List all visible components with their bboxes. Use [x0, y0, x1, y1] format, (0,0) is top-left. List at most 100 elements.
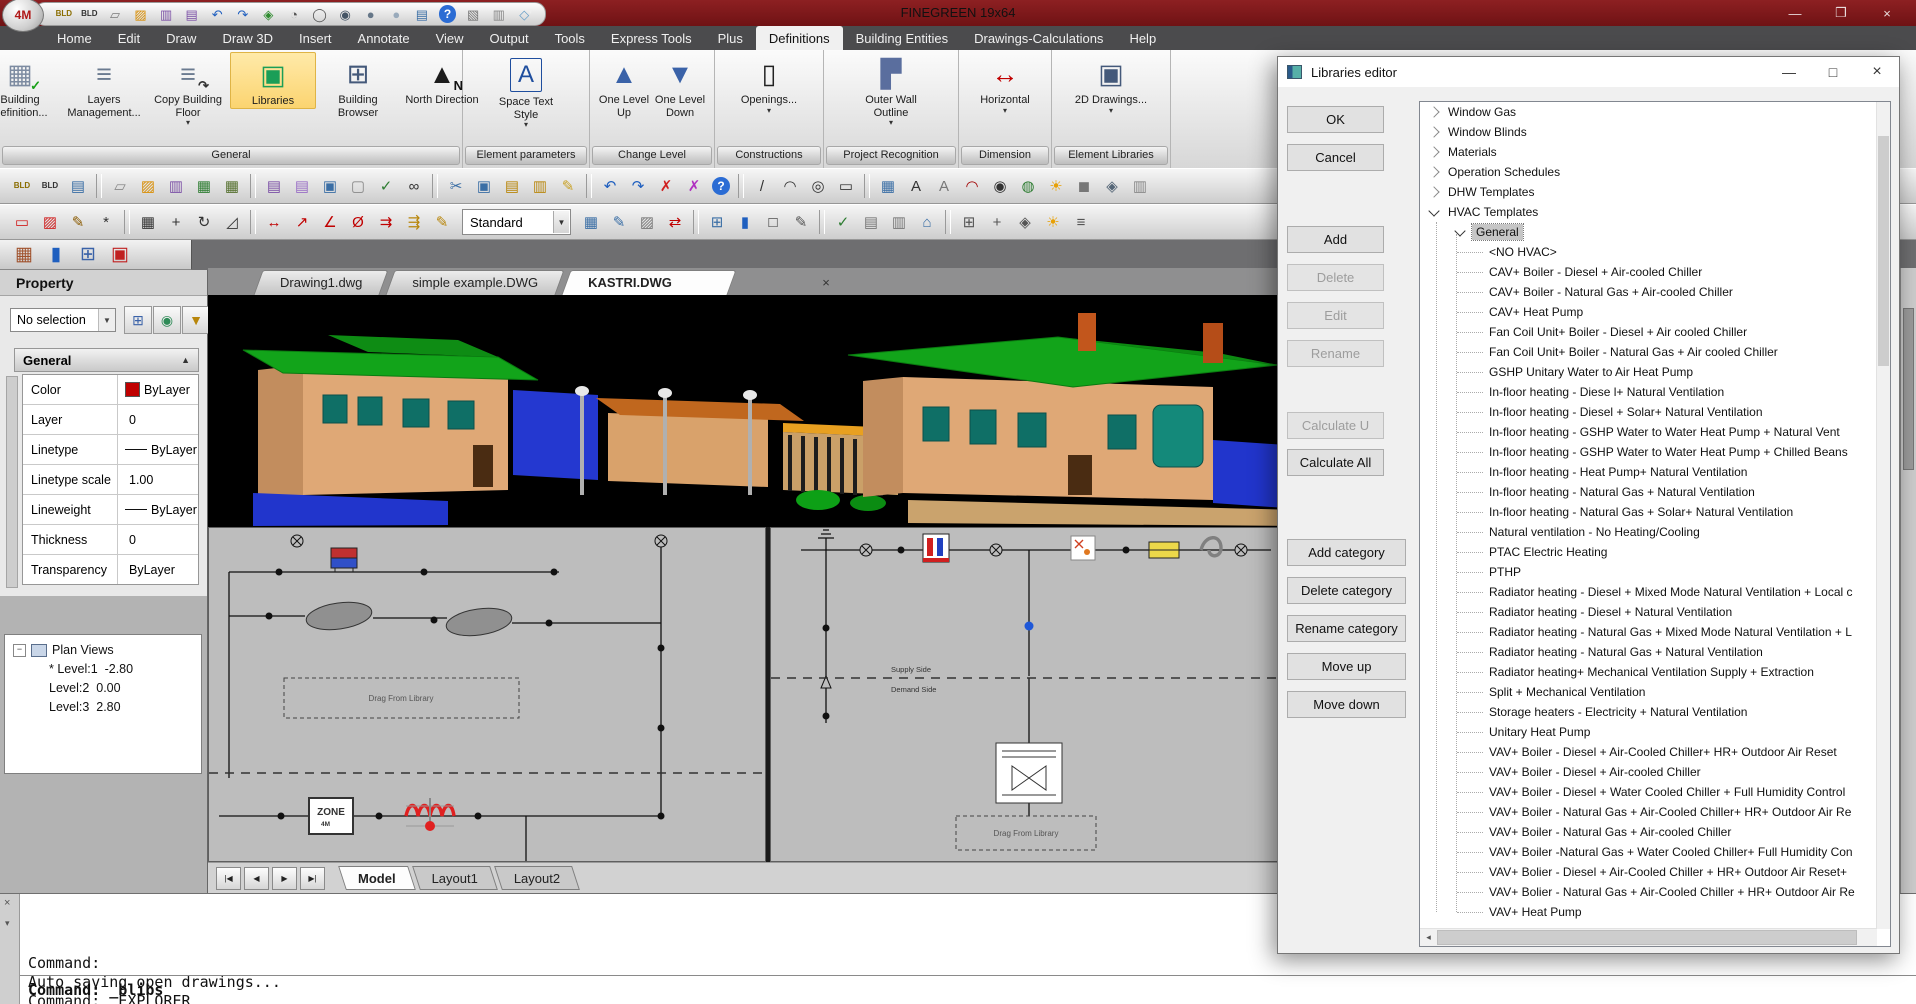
- dialog-maximize-button[interactable]: □: [1811, 57, 1855, 87]
- copy-building-floor-button[interactable]: ≡↷ Copy Building Floor ▾: [146, 52, 230, 127]
- separator[interactable]: [693, 210, 699, 234]
- bld-open-icon[interactable]: BLD: [37, 174, 63, 198]
- tree-item[interactable]: Split + Mechanical Ventilation: [1420, 682, 1890, 702]
- menu-tab[interactable]: Draw 3D: [209, 26, 286, 50]
- house-icon[interactable]: ⌂: [914, 210, 940, 234]
- openings-button[interactable]: ▯ Openings... ▾: [725, 52, 813, 115]
- wall-icon[interactable]: ▦: [578, 210, 604, 234]
- command-expand-icon[interactable]: ▾: [5, 918, 10, 929]
- add-category-button[interactable]: Add category: [1287, 539, 1406, 566]
- sheet-icon[interactable]: ▥: [1127, 174, 1153, 198]
- save-file-icon[interactable]: ▥: [163, 174, 189, 198]
- delete-category-button[interactable]: Delete category: [1287, 577, 1406, 604]
- tree-item[interactable]: VAV+ Boiler - Natural Gas + Air-Cooled C…: [1420, 802, 1890, 822]
- property-row[interactable]: Lineweight ByLayer: [23, 495, 198, 525]
- tree-item[interactable]: In-floor heating - Diese l+ Natural Vent…: [1420, 382, 1890, 402]
- layers-icon[interactable]: ≡: [1068, 210, 1094, 234]
- move-icon[interactable]: +: [163, 210, 189, 234]
- dim-radius-icon[interactable]: Ø: [345, 210, 371, 234]
- plan-level-item[interactable]: Level:3 2.80: [5, 700, 201, 714]
- cancel-button[interactable]: Cancel: [1287, 144, 1384, 171]
- add-button[interactable]: Add: [1287, 226, 1384, 253]
- drawing-tab[interactable]: simple example.DWG: [390, 270, 560, 295]
- plan-level-item[interactable]: * Level:1 -2.80: [5, 662, 201, 676]
- separator[interactable]: [250, 174, 256, 198]
- chevron-right-icon[interactable]: [1428, 186, 1439, 197]
- tree-item[interactable]: Fan Coil Unit+ Boiler - Natural Gas + Ai…: [1420, 342, 1890, 362]
- plan-level-item[interactable]: Level:2 0.00: [5, 681, 201, 695]
- property-row[interactable]: Color ByLayer: [23, 375, 198, 405]
- drawing-tab[interactable]: KASTRI.DWG: [566, 270, 732, 295]
- chevron-right-icon[interactable]: [1428, 166, 1439, 177]
- menu-tab[interactable]: View: [423, 26, 477, 50]
- chevron-right-icon[interactable]: [1428, 106, 1439, 117]
- tree-item[interactable]: CAV+ Heat Pump: [1420, 302, 1890, 322]
- prev-tab-icon[interactable]: ◀: [244, 867, 269, 890]
- cut-icon[interactable]: ✂: [443, 174, 469, 198]
- separator[interactable]: [96, 174, 102, 198]
- layout-tab[interactable]: Layout2: [498, 866, 576, 890]
- render-icon[interactable]: ◍: [1015, 174, 1041, 198]
- command-input[interactable]: Command: _blibs: [28, 981, 163, 999]
- views-icon[interactable]: ◈: [1012, 210, 1038, 234]
- libraries-button[interactable]: ▣ Libraries: [230, 52, 316, 109]
- collapse-icon[interactable]: ▲: [181, 355, 190, 365]
- tree-category-row[interactable]: DHW Templates: [1420, 182, 1890, 202]
- mtext-icon[interactable]: A: [931, 174, 957, 198]
- tree-item[interactable]: Radiator heating - Diesel + Natural Vent…: [1420, 602, 1890, 622]
- menu-tab[interactable]: Insert: [286, 26, 345, 50]
- tree-category-row[interactable]: Window Gas: [1420, 102, 1890, 122]
- close-button[interactable]: ×: [1864, 0, 1910, 26]
- menu-tab[interactable]: Tools: [542, 26, 598, 50]
- tree-item[interactable]: CAV+ Boiler - Diesel + Air-cooled Chille…: [1420, 262, 1890, 282]
- tree-item[interactable]: Fan Coil Unit+ Boiler - Diesel + Air coo…: [1420, 322, 1890, 342]
- plot-preview-icon[interactable]: ▤: [289, 174, 315, 198]
- acis-out-icon[interactable]: ▦: [219, 174, 245, 198]
- dim-angular-icon[interactable]: ∠: [317, 210, 343, 234]
- hatch-edit-icon[interactable]: ▨: [37, 210, 63, 234]
- property-section-header[interactable]: General ▲: [14, 348, 199, 372]
- move-up-button[interactable]: Move up: [1287, 653, 1406, 680]
- tree-item[interactable]: VAV+ Heat Pump: [1420, 902, 1890, 922]
- copy-icon[interactable]: ▣: [471, 174, 497, 198]
- tree-item[interactable]: VAV+ Boiler -Natural Gas + Water Cooled …: [1420, 842, 1890, 862]
- tree-item[interactable]: Radiator heating - Natural Gas + Mixed M…: [1420, 622, 1890, 642]
- building-definition-button[interactable]: ▦✓ Building Definition...: [0, 52, 62, 119]
- tree-item[interactable]: In-floor heating - Heat Pump+ Natural Ve…: [1420, 462, 1890, 482]
- tree-item[interactable]: <NO HVAC>: [1420, 242, 1890, 262]
- canvas-vertical-scrollbar[interactable]: [1900, 268, 1916, 893]
- dim-edit-icon[interactable]: ✎: [429, 210, 455, 234]
- line-icon[interactable]: /: [749, 174, 775, 198]
- wall-edit-icon[interactable]: ✎: [606, 210, 632, 234]
- separator[interactable]: [945, 210, 951, 234]
- quick-filter-icon[interactable]: ▼: [182, 306, 210, 334]
- tree-item[interactable]: VAV+ Bolier - Natural Gas + Air-Cooled C…: [1420, 882, 1890, 902]
- space-text-style-button[interactable]: A Space Text Style ▾: [485, 52, 567, 129]
- bld-props-icon[interactable]: ▤: [65, 174, 91, 198]
- selection-combobox[interactable]: No selection ▼: [10, 308, 116, 332]
- layout-tab[interactable]: Layout1: [416, 866, 494, 890]
- open-file-icon[interactable]: ▨: [135, 174, 161, 198]
- view-icon[interactable]: ◈: [1099, 174, 1125, 198]
- tree-item[interactable]: VAV+ Boiler - Diesel + Air-Cooled Chille…: [1420, 742, 1890, 762]
- zone-block[interactable]: ZONE 4M: [309, 798, 353, 834]
- arc-icon[interactable]: ◠: [777, 174, 803, 198]
- scale-icon[interactable]: ◿: [219, 210, 245, 234]
- match-properties-icon[interactable]: ✎: [555, 174, 581, 198]
- scroll-left-icon[interactable]: ◂: [1420, 929, 1437, 946]
- one-level-down-button[interactable]: ▼ One Level Down: [652, 52, 708, 119]
- wall-dim-icon[interactable]: ⇄: [662, 210, 688, 234]
- drawing-tab[interactable]: Drawing1.dwg: [258, 270, 384, 295]
- purge-icon[interactable]: ✗: [681, 174, 707, 198]
- rect-icon[interactable]: ▭: [9, 210, 35, 234]
- bld-new-icon[interactable]: BLD: [9, 174, 35, 198]
- explode-icon[interactable]: *: [93, 210, 119, 234]
- separator[interactable]: [819, 210, 825, 234]
- separator[interactable]: [432, 174, 438, 198]
- 2d-drawings-button[interactable]: ▣ 2D Drawings... ▾: [1071, 52, 1151, 115]
- maximize-button[interactable]: ❒: [1818, 0, 1864, 26]
- spell-check-icon[interactable]: ✓: [373, 174, 399, 198]
- command-close-icon[interactable]: ×: [4, 897, 10, 909]
- tree-item[interactable]: In-floor heating - Diesel + Solar+ Natur…: [1420, 402, 1890, 422]
- wall-tool-icon[interactable]: ▦: [9, 242, 39, 268]
